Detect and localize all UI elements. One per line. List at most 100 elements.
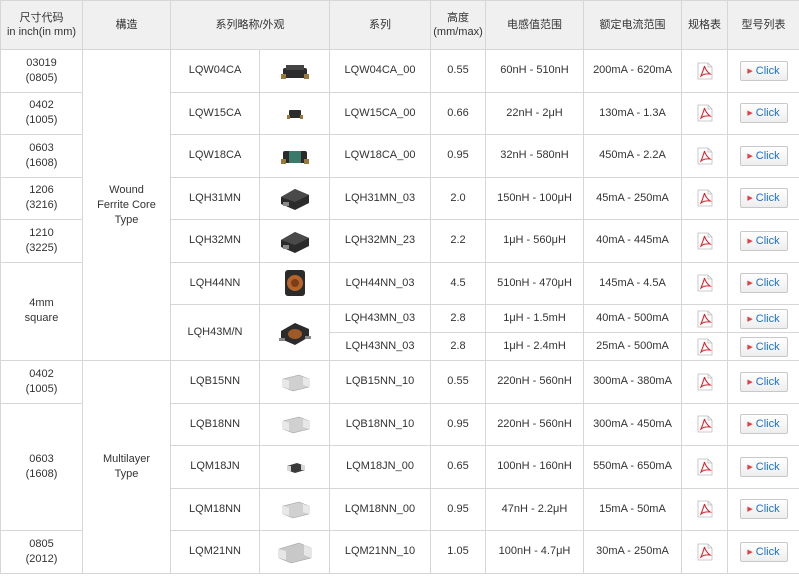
model-list-cell: ▶ Click [727,261,799,305]
height-value: 4.5 [430,261,486,305]
arrow-right-icon: ▶ [747,152,753,160]
pdf-icon[interactable] [697,310,713,327]
height-value: 2.0 [430,176,486,220]
product-image-cell [259,134,330,178]
spec-sheet-cell [681,49,728,93]
size-cell: 0402 (1005) [0,360,83,404]
pdf-icon[interactable] [697,500,713,518]
header-size: 尺寸代码 in inch(in mm) [0,0,83,50]
inductance-range: 22nH - 2μH [485,91,584,135]
click-button[interactable]: ▶ Click [739,541,788,562]
product-image-cell [259,360,330,404]
series-short-name: LQB18NN [170,402,260,446]
series-short-name: LQM18NN [170,487,260,531]
size-cell: 4mm square [0,261,83,361]
series-code: LQB15NN_10 [329,360,431,404]
pdf-icon[interactable] [697,373,713,391]
pdf-icon[interactable] [697,104,713,122]
series-code: LQH43MN_03 [329,304,431,333]
spec-sheet-cell [681,134,728,178]
arrow-right-icon: ▶ [747,506,753,514]
series-code: LQW04CA_00 [329,49,431,93]
spec-sheet-cell [681,304,728,333]
rated-current-range: 130mA - 1.3A [583,91,682,135]
model-list-cell: ▶ Click [727,176,799,220]
arrow-right-icon: ▶ [747,315,753,323]
pdf-icon[interactable] [697,274,713,292]
inductance-range: 1μH - 1.5mH [485,304,584,333]
product-image-cell [259,49,330,93]
rated-current-range: 450mA - 2.2A [583,134,682,178]
click-button[interactable]: ▶ Click [739,188,788,209]
multilayer-chip-flat-icon [275,461,315,473]
size-cell: 1210 (3225) [0,219,83,263]
arrow-right-icon: ▶ [747,378,753,386]
series-code: LQM18JN_00 [329,445,431,489]
product-image-cell [259,402,330,446]
series-short-name: LQW18CA [170,134,260,178]
click-button[interactable]: ▶ Click [739,103,788,124]
spec-sheet-cell [681,176,728,220]
rated-current-range: 15mA - 50mA [583,487,682,531]
spec-sheet-cell [681,487,728,531]
header-current: 额定电流范围 [583,0,682,50]
header-inductance: 电感值范围 [485,0,584,50]
click-button[interactable]: ▶ Click [739,273,788,294]
multilayer-chip-icon [275,416,315,434]
click-button[interactable]: ▶ Click [739,230,788,251]
click-button[interactable]: ▶ Click [739,371,788,392]
model-list-cell: ▶ Click [727,91,799,135]
inductance-range: 1μH - 2.4mH [485,332,584,361]
size-cell: 1206 (3216) [0,176,83,220]
rated-current-range: 300mA - 380mA [583,360,682,404]
wire-wound-chip-tiny-icon [275,107,315,120]
table-row: 03019 (0805) Wound Ferrite Core Type LQW04CA L… [0,49,799,361]
arrow-right-icon: ▶ [747,463,753,471]
arrow-right-icon: ▶ [747,195,753,203]
rated-current-range: 25mA - 500mA [583,332,682,361]
height-value: 0.55 [430,49,486,93]
height-value: 2.2 [430,219,486,263]
pdf-icon[interactable] [697,543,713,561]
pdf-icon[interactable] [697,147,713,165]
header-model-list: 型号列表 [727,0,799,50]
header-structure: 構造 [82,0,171,50]
pdf-icon[interactable] [697,415,713,433]
product-image-cell [259,176,330,220]
wire-wound-chip-small-icon [275,64,315,79]
click-button[interactable]: ▶ Click [739,308,788,329]
click-button[interactable]: ▶ Click [739,499,788,520]
click-button[interactable]: ▶ Click [739,145,788,166]
series-short-name: LQW04CA [170,49,260,93]
pdf-icon[interactable] [697,458,713,476]
model-list-cell: ▶ Click [727,332,799,361]
rated-current-range: 300mA - 450mA [583,402,682,446]
size-cell: 0402 (1005) [0,91,83,135]
pdf-icon[interactable] [697,232,713,250]
click-button[interactable]: ▶ Click [739,414,788,435]
series-code: LQH32MN_23 [329,219,431,263]
spec-sheet-cell [681,219,728,263]
multilayer-chip-icon [275,374,315,392]
model-list-cell: ▶ Click [727,134,799,178]
click-button[interactable]: ▶ Click [739,336,788,357]
series-code: LQH44NN_03 [329,261,431,305]
click-button[interactable]: ▶ Click [739,60,788,81]
pdf-icon[interactable] [697,62,713,80]
ferrite-inductor-dark-icon [275,231,315,253]
series-code: LQM18NN_00 [329,487,431,531]
rated-current-range: 550mA - 650mA [583,445,682,489]
pdf-icon[interactable] [697,338,713,355]
inductance-range: 47nH - 2.2μH [485,487,584,531]
rated-current-range: 145mA - 4.5A [583,261,682,305]
rated-current-range: 200mA - 620mA [583,49,682,93]
table-header-row: 尺寸代码 in inch(in mm) 構造 系列略称/外观 系列 高度 (mm/m… [0,0,799,50]
click-button[interactable]: ▶ Click [739,456,788,477]
arrow-right-icon: ▶ [747,110,753,118]
multilayer-chip-large-icon [275,542,315,564]
spec-sheet-cell [681,445,728,489]
pdf-icon[interactable] [697,189,713,207]
size-cell: 03019 (0805) [0,49,83,93]
model-list-cell: ▶ Click [727,487,799,531]
ferrite-inductor-copper-icon [275,270,315,297]
